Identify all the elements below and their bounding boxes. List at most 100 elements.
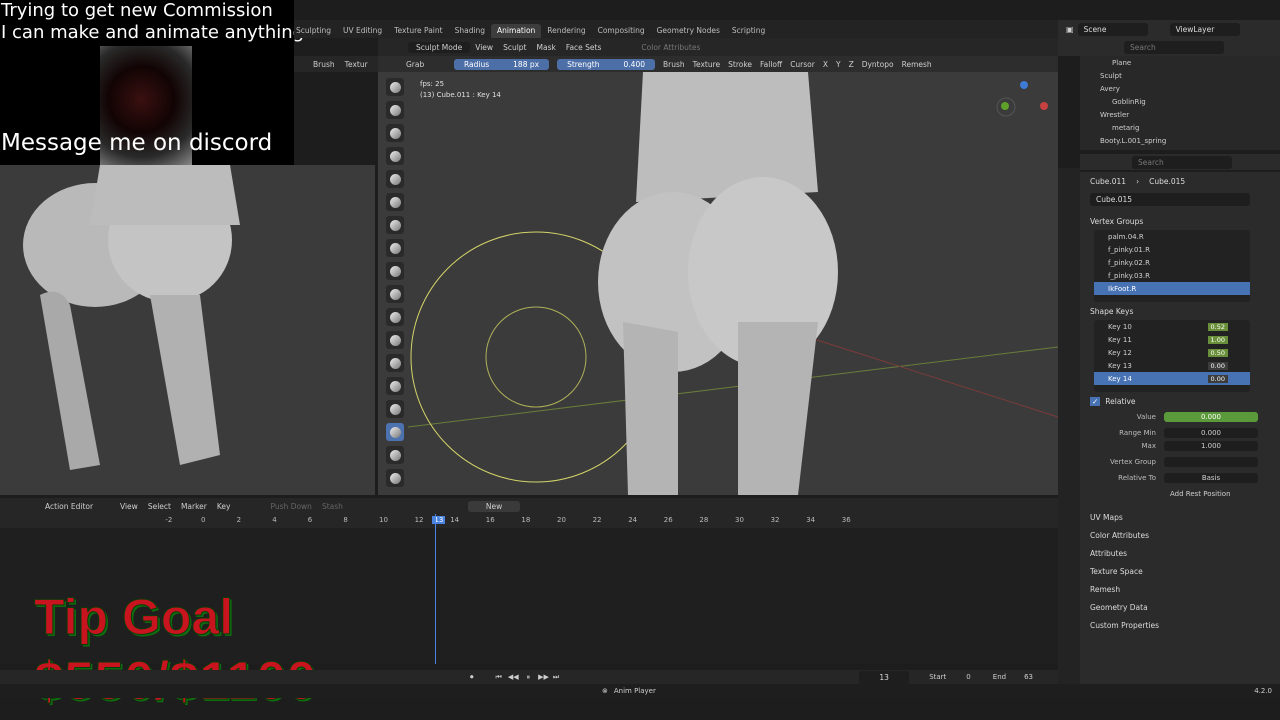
brush-name[interactable]: Grab — [406, 60, 446, 69]
main-viewport[interactable] — [378, 72, 1059, 495]
remesh-menu[interactable]: Remesh — [902, 60, 932, 69]
sculpt-brush-tool[interactable] — [386, 101, 404, 119]
radius-slider[interactable]: Radius 188 px — [454, 58, 550, 70]
jump-end-icon[interactable]: ⏭ — [553, 673, 559, 682]
menu-brush[interactable]: Brush — [663, 60, 685, 69]
shape-key-value[interactable]: 1.00 — [1207, 335, 1228, 344]
menu-face-sets[interactable]: Face Sets — [561, 43, 607, 52]
menu-stroke[interactable]: Stroke — [728, 60, 752, 69]
outliner-row[interactable]: GoblinRig — [1080, 95, 1280, 108]
shape-key-item[interactable]: Key 13 0.00 — [1094, 359, 1250, 372]
collapsed-panel[interactable]: Geometry Data — [1080, 598, 1280, 616]
shape-key-item[interactable]: Key 14 0.00 — [1094, 372, 1250, 385]
tab-uv-editing[interactable]: UV Editing — [337, 24, 388, 38]
outliner-search[interactable]: Search — [1124, 40, 1224, 54]
tab-sculpting[interactable]: Sculpting — [290, 24, 337, 38]
left-viewport[interactable] — [0, 165, 375, 495]
sculpt-brush-tool[interactable] — [386, 170, 404, 188]
collapsed-panel[interactable]: Color Attributes — [1080, 526, 1280, 544]
properties-search[interactable]: Search — [1132, 156, 1232, 169]
ae-menu-marker[interactable]: Marker — [176, 502, 212, 511]
breadcrumb-object[interactable]: Cube.011 — [1090, 177, 1126, 186]
vertex-group-item[interactable]: IkFoot.R — [1094, 282, 1250, 295]
stash-button[interactable]: Stash — [317, 502, 348, 511]
max-field[interactable]: 1.000 — [1164, 440, 1258, 451]
pause-icon[interactable]: ⏸ — [527, 673, 531, 682]
outliner-row[interactable]: metarig — [1080, 121, 1280, 134]
shape-key-value[interactable]: 0.00 — [1207, 361, 1228, 370]
sculpt-brush-tool[interactable] — [386, 446, 404, 464]
shape-key-item[interactable]: Key 12 0.50 — [1094, 346, 1250, 359]
shape-key-value[interactable]: 0.00 — [1207, 374, 1228, 383]
relative-checkbox-row[interactable]: ✓ Relative — [1080, 392, 1280, 410]
ae-menu-key[interactable]: Key — [212, 502, 236, 511]
scene-field[interactable]: Scene — [1077, 22, 1148, 36]
sculpt-brush-tool[interactable] — [386, 239, 404, 257]
sculpt-brush-tool[interactable] — [386, 377, 404, 395]
add-rest-row[interactable]: Add Rest Position — [1080, 487, 1280, 500]
tab-animation[interactable]: Animation — [491, 24, 542, 38]
left-texture-menu[interactable]: Textur — [340, 60, 373, 69]
sculpt-brush-tool[interactable] — [386, 400, 404, 418]
menu-view[interactable]: View — [470, 43, 498, 52]
push-down-button[interactable]: Push Down — [266, 502, 317, 511]
collapsed-panel[interactable]: Remesh — [1080, 580, 1280, 598]
sculpt-brush-tool[interactable] — [386, 308, 404, 326]
vertex-group-field[interactable] — [1164, 456, 1258, 467]
menu-sculpt[interactable]: Sculpt — [498, 43, 531, 52]
sculpt-brush-tool[interactable] — [386, 331, 404, 349]
tab-compositing[interactable]: Compositing — [592, 24, 651, 38]
value-field[interactable]: 0.000 — [1164, 411, 1258, 422]
shape-key-value[interactable]: 0.50 — [1207, 348, 1228, 357]
prev-key-icon[interactable]: ◀◀ — [508, 673, 519, 681]
mesh-name-field[interactable]: Cube.015 — [1090, 192, 1250, 206]
breadcrumb-mesh[interactable]: Cube.015 — [1149, 177, 1185, 186]
start-field[interactable]: 0 — [966, 673, 970, 681]
tab-rendering[interactable]: Rendering — [541, 24, 591, 38]
menu-texture[interactable]: Texture — [693, 60, 720, 69]
sculpt-brush-tool[interactable] — [386, 216, 404, 234]
tab-shading[interactable]: Shading — [449, 24, 491, 38]
menu-mask[interactable]: Mask — [532, 43, 561, 52]
vertex-group-item[interactable]: palm.04.R — [1094, 230, 1250, 243]
next-key-icon[interactable]: ▶▶ — [538, 673, 549, 681]
ae-menu-select[interactable]: Select — [143, 502, 176, 511]
collapsed-panel[interactable]: Texture Space — [1080, 562, 1280, 580]
vertex-group-item[interactable]: f_pinky.01.R — [1094, 243, 1250, 256]
shape-keys-section[interactable]: Shape Keys — [1080, 302, 1280, 320]
collapsed-panel[interactable]: Attributes — [1080, 544, 1280, 562]
axis-x[interactable]: X — [823, 60, 828, 69]
dyntopo-toggle[interactable]: Dyntopo — [862, 60, 894, 69]
action-editor-mode[interactable]: Action Editor — [40, 502, 115, 511]
collapsed-panel[interactable]: UV Maps — [1080, 508, 1280, 526]
new-action-button[interactable]: New — [467, 500, 521, 512]
current-frame-field[interactable]: 13 — [859, 670, 910, 684]
vertex-groups-section[interactable]: Vertex Groups — [1080, 212, 1280, 230]
record-button[interactable]: ⏺ — [470, 673, 474, 682]
sculpt-brush-tool[interactable] — [386, 147, 404, 165]
sculpt-brush-tool[interactable] — [386, 354, 404, 372]
strength-slider[interactable]: Strength 0.400 — [557, 58, 655, 70]
shape-key-value[interactable]: 0.52 — [1207, 322, 1228, 331]
outliner-row[interactable]: Plane — [1080, 56, 1280, 69]
close-icon[interactable]: ⊗ — [602, 687, 608, 695]
color-attributes[interactable]: Color Attributes — [636, 43, 705, 52]
axis-y[interactable]: Y — [836, 60, 841, 69]
menu-falloff[interactable]: Falloff — [760, 60, 782, 69]
sculpt-brush-tool[interactable] — [386, 78, 404, 96]
left-brush-menu[interactable]: Brush — [308, 60, 340, 69]
outliner-row[interactable]: Wrestler — [1080, 108, 1280, 121]
sculpt-brush-tool[interactable] — [386, 469, 404, 487]
sculpt-brush-tool[interactable] — [386, 285, 404, 303]
collapsed-panel[interactable]: Custom Properties — [1080, 616, 1280, 634]
tab-geometry-nodes[interactable]: Geometry Nodes — [651, 24, 726, 38]
end-field[interactable]: 63 — [1024, 673, 1033, 681]
axis-z[interactable]: Z — [849, 60, 854, 69]
outliner-row[interactable]: Booty.L.001_spring — [1080, 134, 1280, 147]
tab-texture-paint[interactable]: Texture Paint — [388, 24, 448, 38]
frame-ruler[interactable]: -2 0 2 4 6 8 10 12 13 14 16 18 20 22 24 26 28 30 32 34 36 — [0, 514, 1058, 528]
outliner-row[interactable]: Sculpt — [1080, 69, 1280, 82]
sculpt-brush-tool[interactable] — [386, 124, 404, 142]
vertex-group-item[interactable]: f_pinky.02.R — [1094, 256, 1250, 269]
view-layer-field[interactable]: ViewLayer — [1169, 22, 1240, 36]
